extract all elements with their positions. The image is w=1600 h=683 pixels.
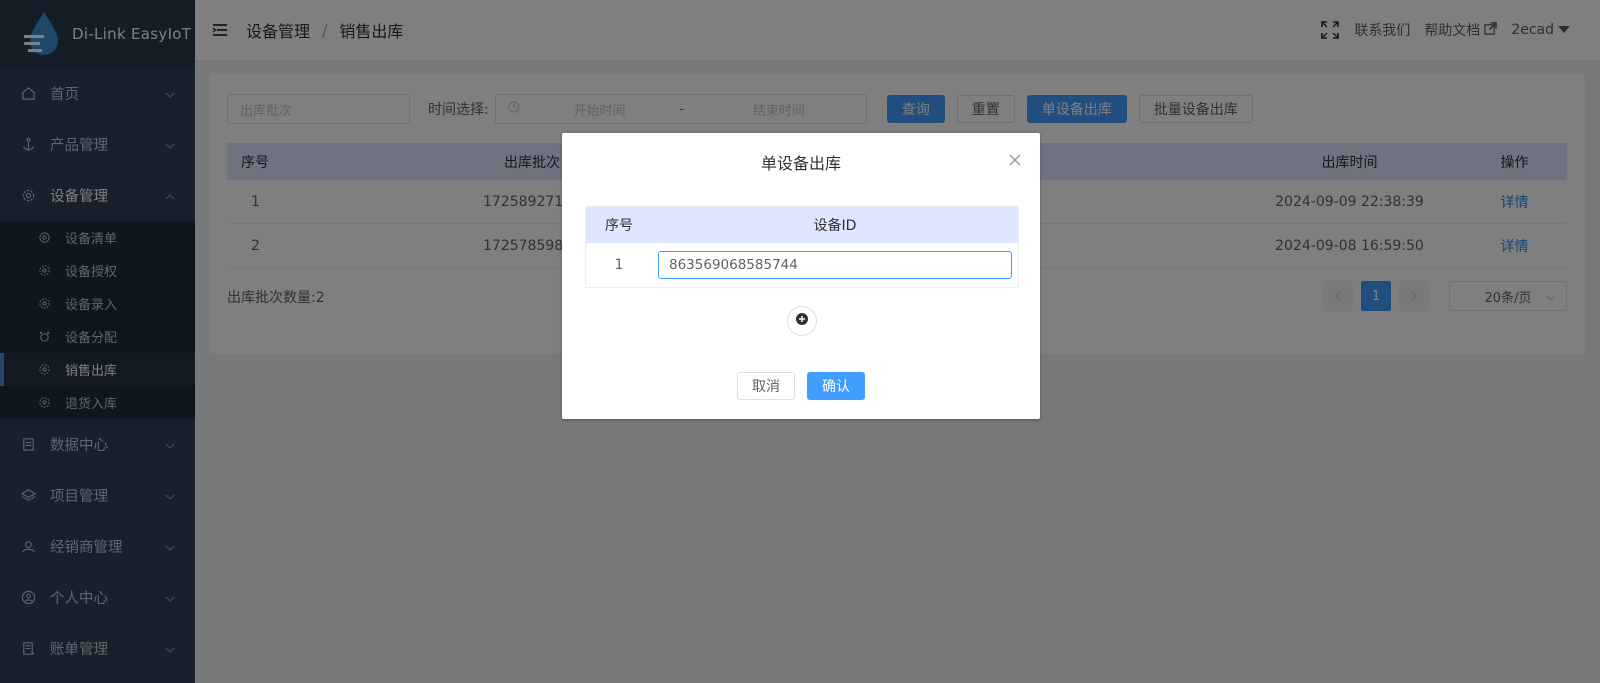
dialog-table-header: 序号 设备ID — [586, 207, 1018, 243]
device-id-table: 序号 设备ID 1 863569068585744 — [585, 206, 1019, 288]
close-icon[interactable] — [1008, 153, 1022, 167]
device-id-input[interactable]: 863569068585744 — [658, 251, 1012, 279]
plus-circle-icon — [795, 312, 809, 330]
col-index: 序号 — [605, 218, 633, 234]
dialog-footer: 取消 确认 — [562, 372, 1040, 400]
confirm-button[interactable]: 确认 — [807, 372, 865, 400]
dialog-title: 单设备出库 — [760, 154, 841, 173]
table-row: 1 863569068585744 — [586, 243, 1018, 287]
cell-device-id: 863569068585744 — [652, 251, 1018, 279]
col-device-id: 设备ID — [813, 218, 857, 234]
add-row-button[interactable] — [787, 306, 817, 336]
cancel-button[interactable]: 取消 — [737, 372, 795, 400]
single-outbound-dialog: 单设备出库 序号 设备ID 1 863569068585744 取消 确认 — [562, 133, 1040, 419]
cell-index: 1 — [614, 257, 624, 273]
